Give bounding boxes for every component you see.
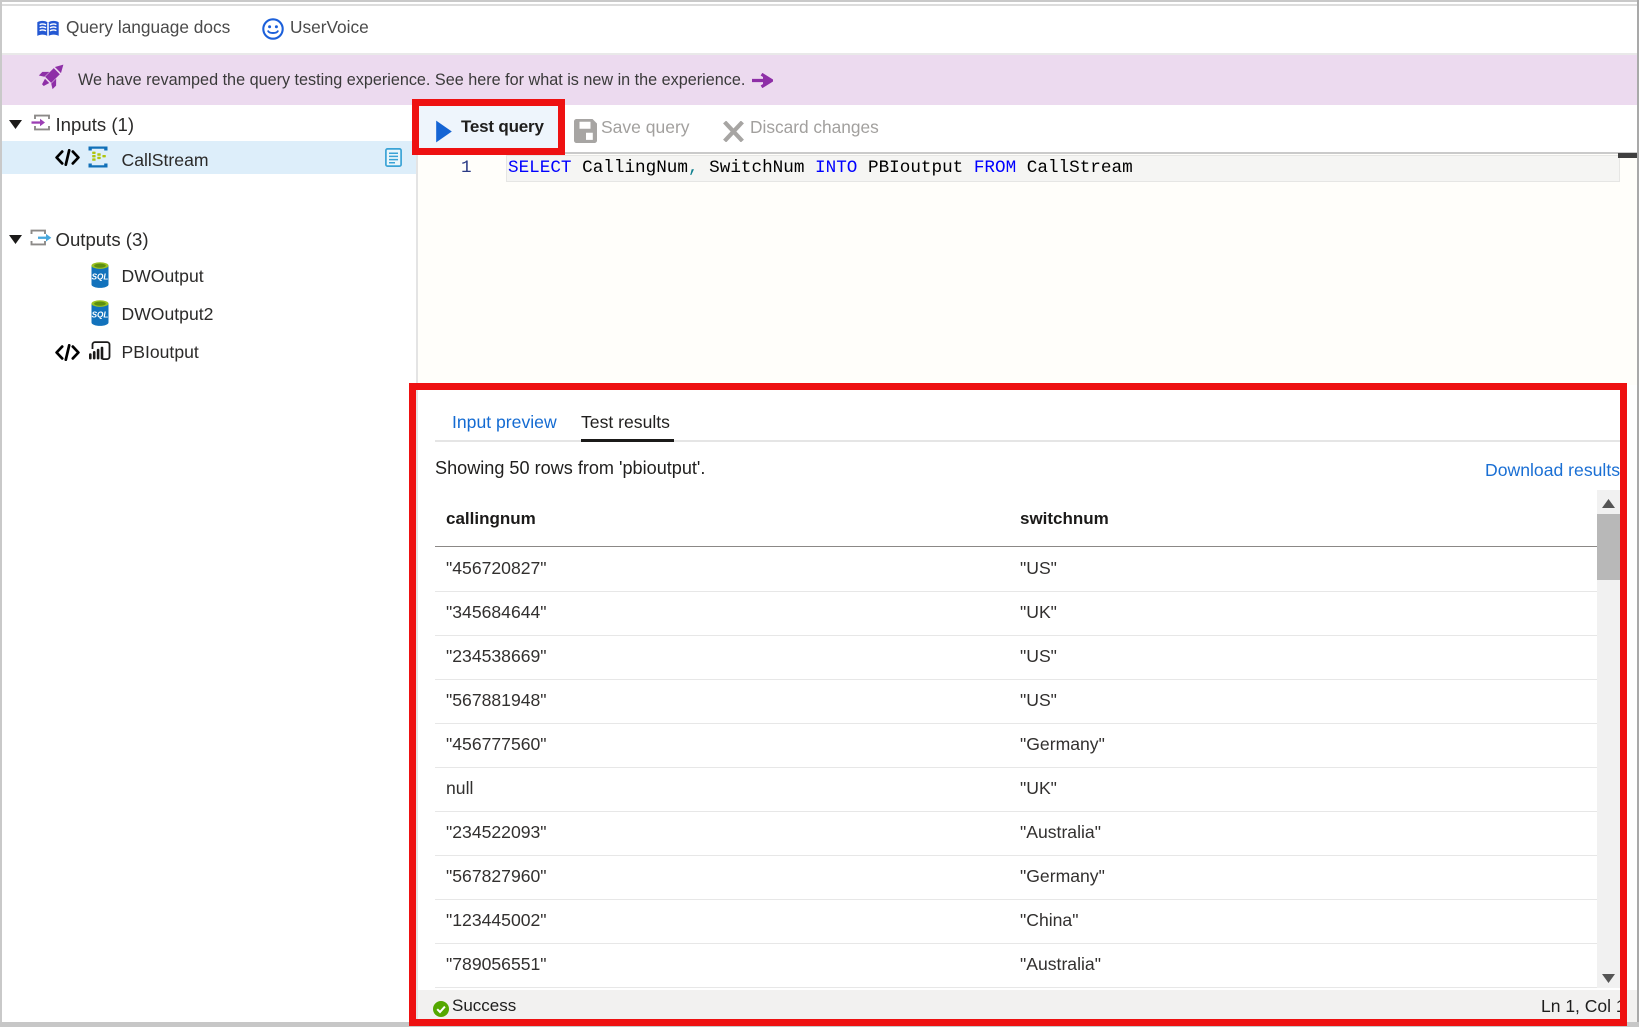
svg-text:SQL: SQL	[92, 311, 109, 320]
svg-text:SQL: SQL	[92, 273, 109, 282]
